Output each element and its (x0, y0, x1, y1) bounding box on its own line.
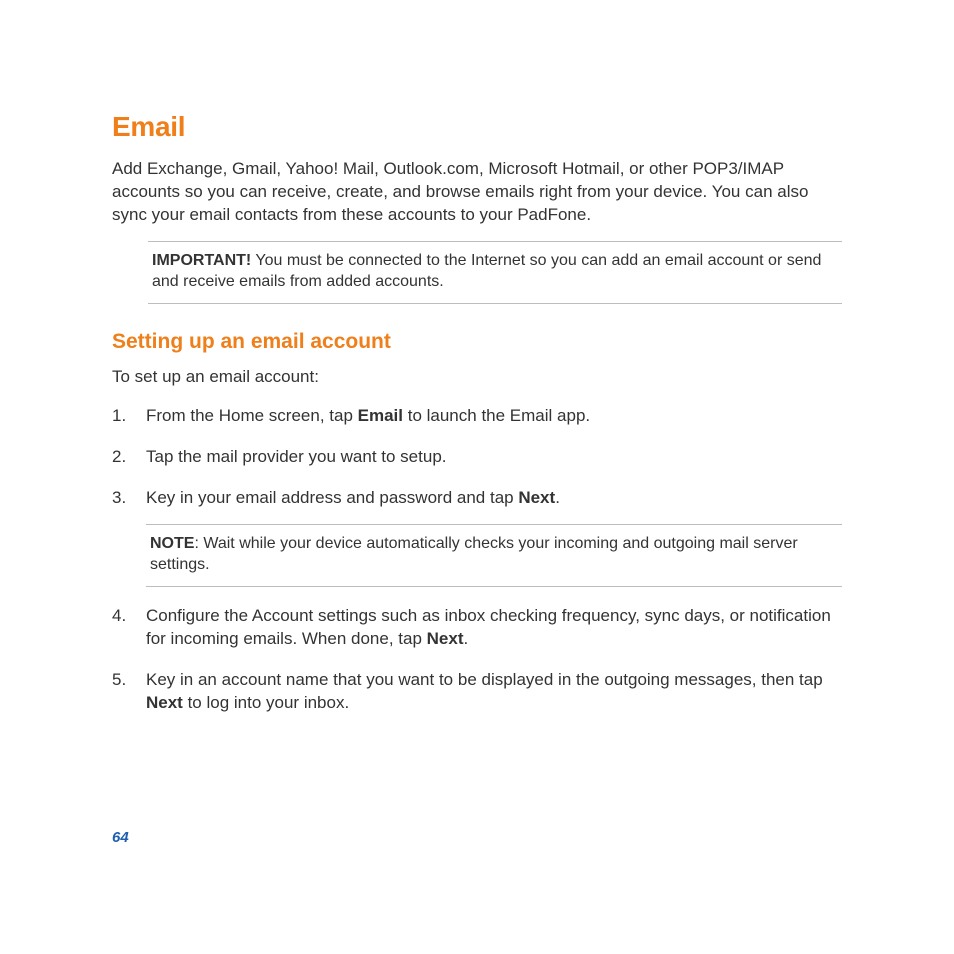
page-number: 64 (112, 828, 129, 848)
important-callout: IMPORTANT! You must be connected to the … (148, 241, 842, 304)
step-body: Key in your email address and password a… (146, 487, 842, 587)
step-text-pre: Configure the Account settings such as i… (146, 606, 831, 648)
important-label: IMPORTANT! (152, 252, 251, 269)
note-text: : Wait while your device automatically c… (150, 535, 798, 574)
section-heading: Setting up an email account (112, 328, 842, 356)
step-text-pre: Tap the mail provider you want to setup. (146, 447, 447, 466)
step-text-pre: Key in your email address and password a… (146, 488, 518, 507)
page-title: Email (112, 108, 842, 146)
step-body: Key in an account name that you want to … (146, 669, 842, 715)
manual-page: Email Add Exchange, Gmail, Yahoo! Mail, … (0, 0, 954, 954)
step-text-bold: Next (518, 488, 555, 507)
step-text-bold: Next (427, 629, 464, 648)
step-text-post: to log into your inbox. (183, 693, 349, 712)
step-text-pre: From the Home screen, tap (146, 406, 358, 425)
step-body: Tap the mail provider you want to setup. (146, 446, 842, 469)
steps-list: 1. From the Home screen, tap Email to la… (112, 405, 842, 715)
step-item: 1. From the Home screen, tap Email to la… (112, 405, 842, 428)
step-item: 4. Configure the Account settings such a… (112, 605, 842, 651)
step-number: 2. (112, 446, 146, 469)
section-lead: To set up an email account: (112, 366, 842, 389)
step-text-post: . (464, 629, 469, 648)
step-number: 5. (112, 669, 146, 715)
step-item: 2. Tap the mail provider you want to set… (112, 446, 842, 469)
step-text-pre: Key in an account name that you want to … (146, 670, 823, 689)
step-text-bold: Next (146, 693, 183, 712)
step-item: 3. Key in your email address and passwor… (112, 487, 842, 587)
step-text-bold: Email (358, 406, 403, 425)
step-number: 3. (112, 487, 146, 587)
important-text: You must be connected to the Internet so… (152, 252, 821, 291)
step-number: 4. (112, 605, 146, 651)
intro-paragraph: Add Exchange, Gmail, Yahoo! Mail, Outloo… (112, 158, 842, 227)
step-text-post: . (555, 488, 560, 507)
step-text-post: to launch the Email app. (403, 406, 590, 425)
step-body: Configure the Account settings such as i… (146, 605, 842, 651)
step-item: 5. Key in an account name that you want … (112, 669, 842, 715)
note-label: NOTE (150, 535, 194, 552)
note-callout: NOTE: Wait while your device automatical… (146, 524, 842, 587)
step-body: From the Home screen, tap Email to launc… (146, 405, 842, 428)
step-number: 1. (112, 405, 146, 428)
